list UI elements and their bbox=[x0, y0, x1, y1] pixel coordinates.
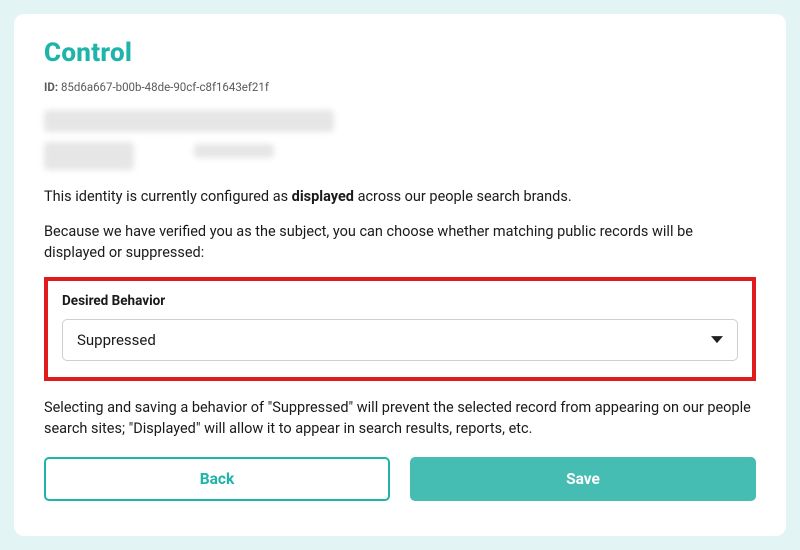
redacted-identity-block bbox=[44, 110, 756, 170]
status-text: This identity is currently configured as… bbox=[44, 186, 756, 207]
back-button[interactable]: Back bbox=[44, 457, 390, 501]
save-button[interactable]: Save bbox=[410, 457, 756, 501]
chevron-down-icon bbox=[711, 336, 723, 343]
redacted-detail-1 bbox=[44, 142, 134, 170]
id-label: ID: bbox=[44, 80, 58, 94]
redacted-name bbox=[44, 110, 334, 132]
desired-behavior-select[interactable]: Suppressed bbox=[62, 319, 738, 361]
control-card: Control ID: 85d6a667-b00b-48de-90cf-c8f1… bbox=[14, 14, 786, 536]
identity-id-line: ID: 85d6a667-b00b-48de-90cf-c8f1643ef21f bbox=[44, 80, 756, 94]
status-prefix: This identity is currently configured as bbox=[44, 188, 292, 205]
button-row: Back Save bbox=[44, 457, 756, 501]
help-text: Selecting and saving a behavior of "Supp… bbox=[44, 397, 756, 439]
instruction-text: Because we have verified you as the subj… bbox=[44, 221, 756, 263]
redacted-detail-2 bbox=[194, 144, 274, 158]
desired-behavior-section: Desired Behavior Suppressed bbox=[44, 277, 756, 381]
id-value: 85d6a667-b00b-48de-90cf-c8f1643ef21f bbox=[61, 80, 269, 94]
desired-behavior-selected-value: Suppressed bbox=[77, 331, 156, 349]
page-title: Control bbox=[44, 38, 756, 68]
desired-behavior-label: Desired Behavior bbox=[62, 293, 738, 309]
status-suffix: across our people search brands. bbox=[354, 188, 572, 205]
status-bold: displayed bbox=[292, 188, 354, 205]
